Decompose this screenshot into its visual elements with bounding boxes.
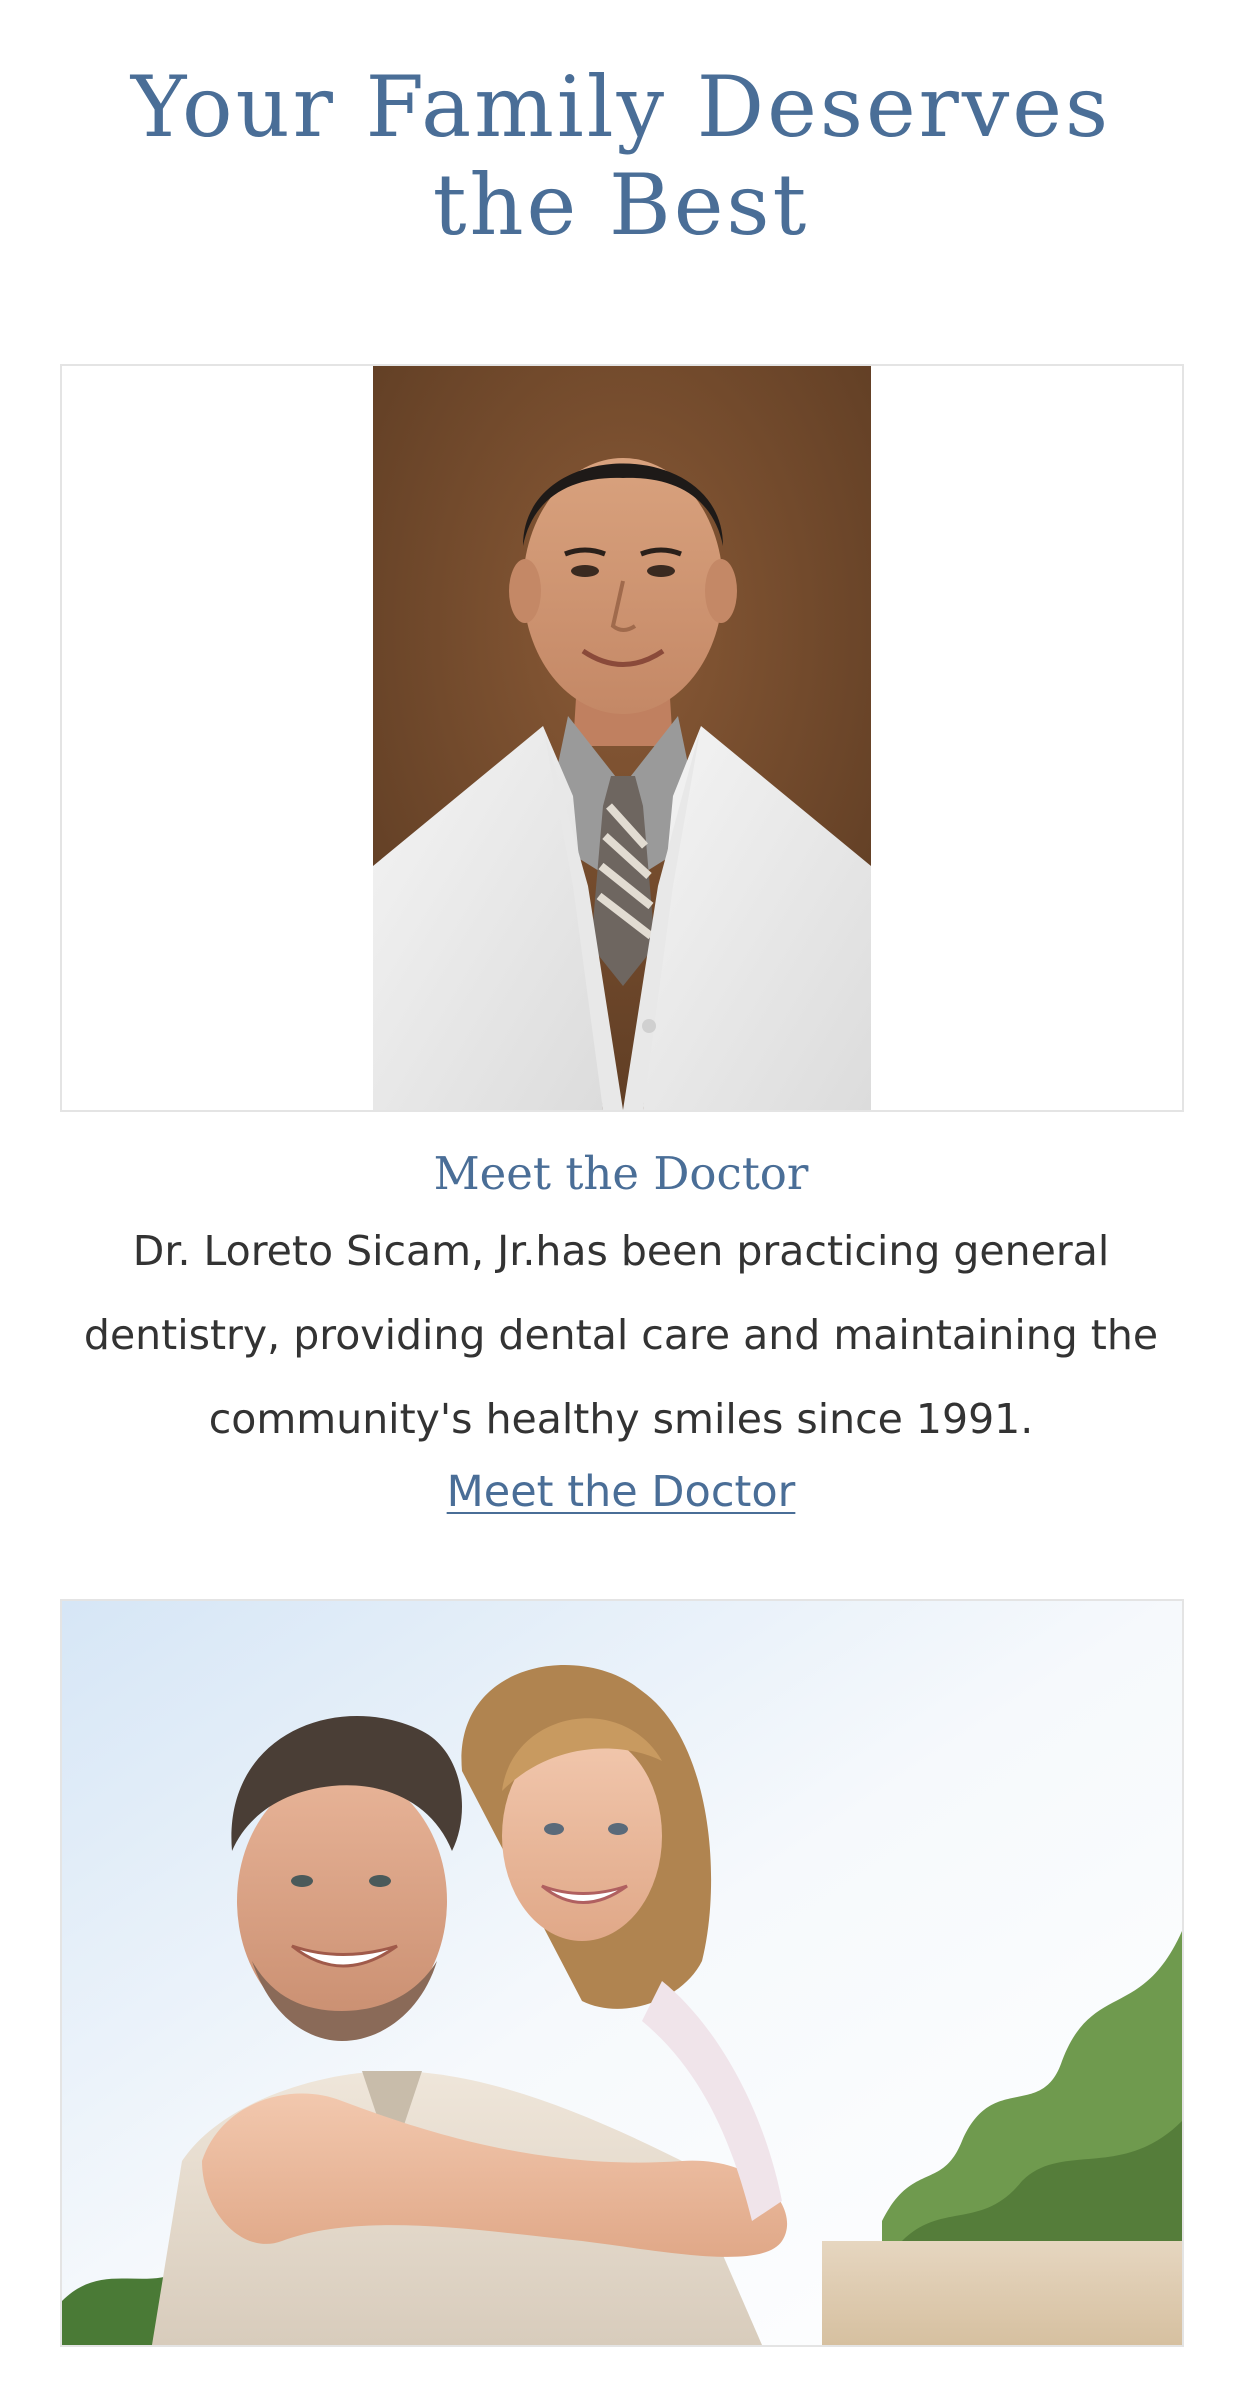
doctor-bio-text: Dr. Loreto Sicam, Jr.has been practicing… — [83, 1227, 1159, 1443]
meet-doctor-heading: Meet the Doctor — [433, 1147, 809, 1200]
doctor-photo-frame — [60, 364, 1184, 1112]
doctor-portrait-image — [373, 366, 871, 1110]
happy-couple-image — [62, 1601, 1182, 2345]
meet-doctor-link[interactable]: Meet the Doctor — [447, 1467, 796, 1517]
page-title: Your Family Deserves the Best — [130, 58, 1112, 254]
couple-photo-frame — [60, 1599, 1184, 2347]
meet-doctor-link-container: Meet the Doctor — [60, 1462, 1182, 1522]
